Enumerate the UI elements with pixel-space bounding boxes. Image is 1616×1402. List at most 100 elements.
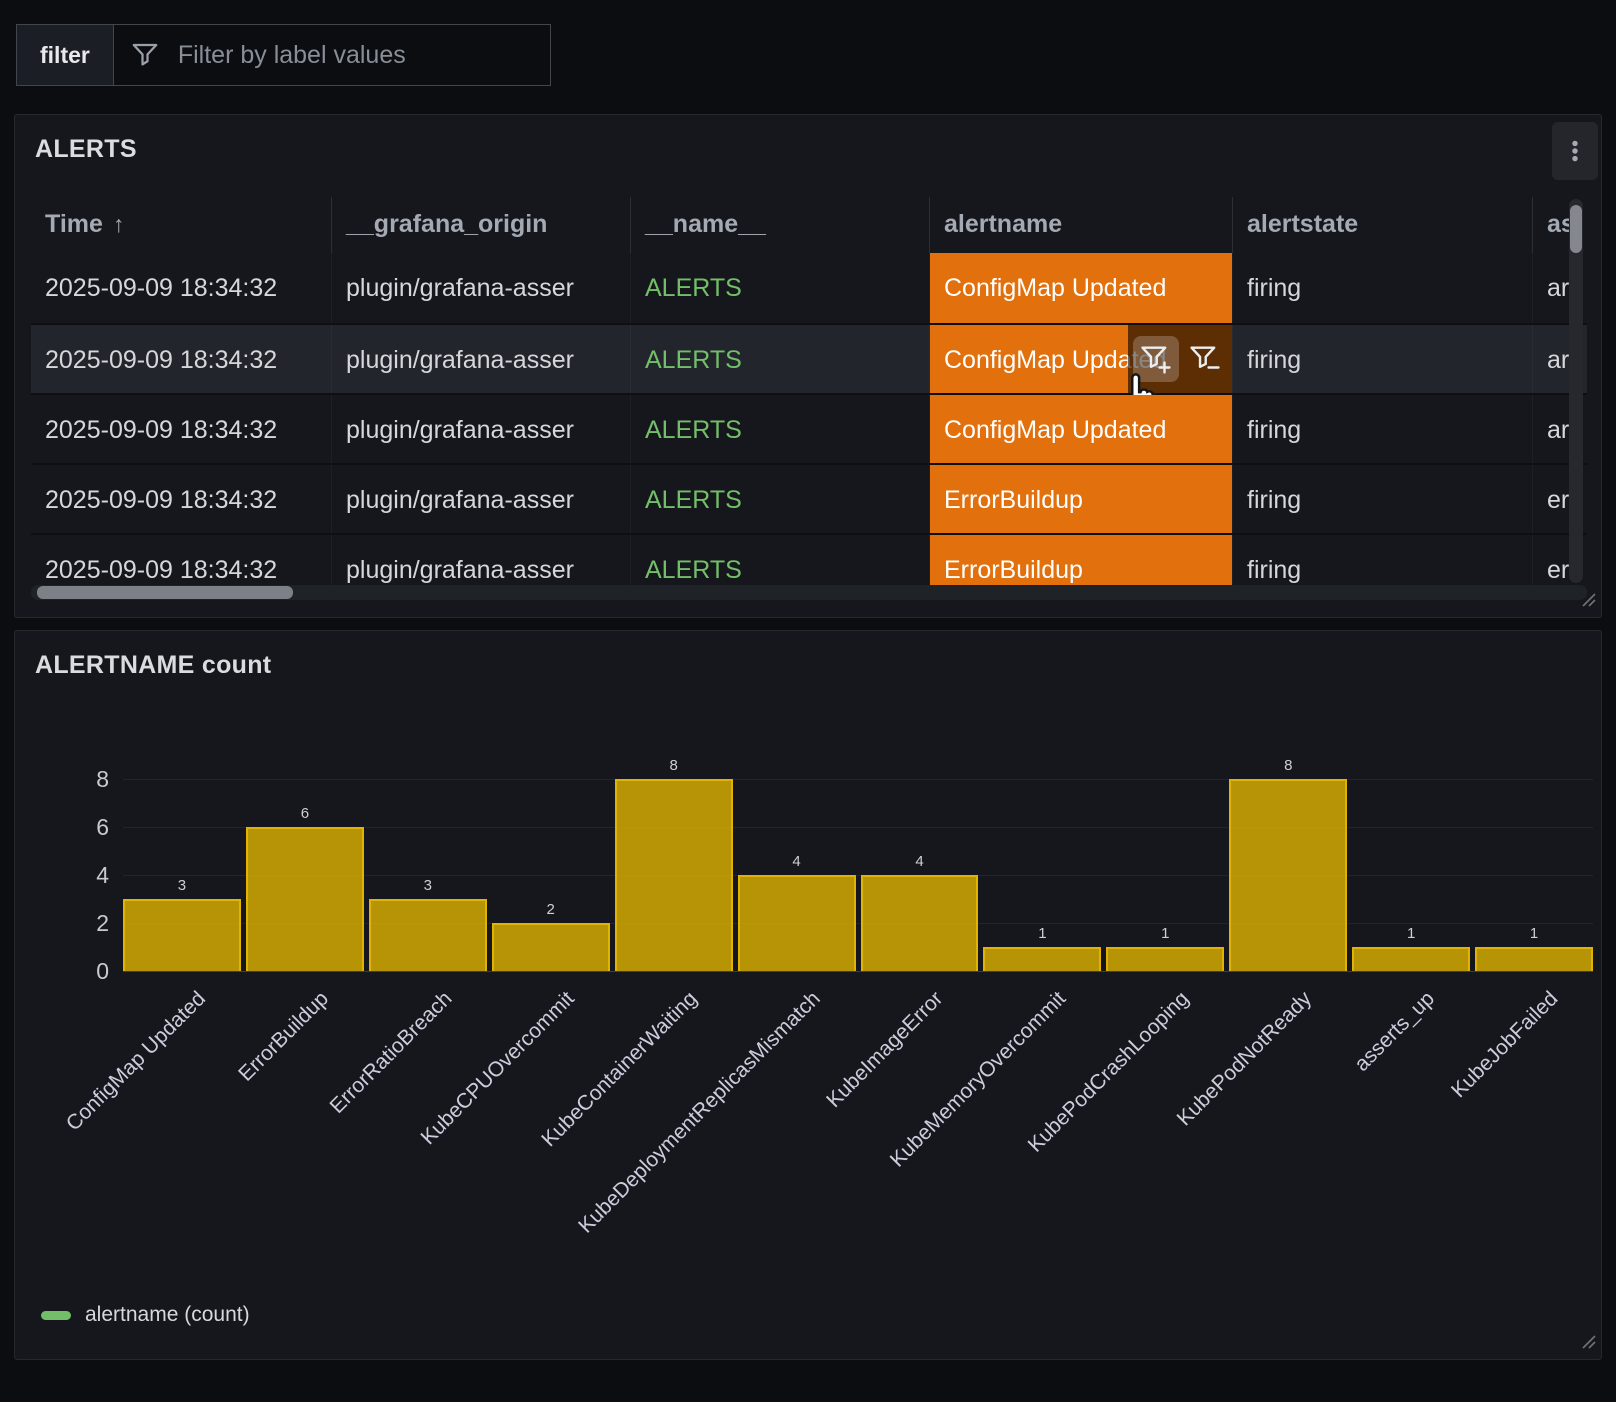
- column-header-time[interactable]: Time↑: [31, 197, 332, 253]
- cell-alertname: ErrorBuildup: [930, 465, 1233, 533]
- cell-alertname: ErrorBuildup: [930, 535, 1233, 589]
- legend-item[interactable]: alertname (count): [41, 1303, 250, 1327]
- cell-grafana-origin: plugin/grafana-asser: [332, 325, 631, 393]
- chart-panel-title: ALERTNAME count: [35, 651, 271, 680]
- table-row: 2025-09-09 18:34:32plugin/grafana-asserA…: [31, 323, 1587, 393]
- table-row: 2025-09-09 18:34:32plugin/grafana-asserA…: [31, 253, 1587, 323]
- filter-out-value-icon[interactable]: [1182, 336, 1228, 382]
- cell-name: ALERTS: [631, 325, 930, 393]
- bar-group: 1: [1475, 925, 1593, 971]
- filter-bar: filter: [16, 24, 551, 86]
- bar-KubePodNotReady[interactable]: [1229, 779, 1347, 971]
- alerts-panel-title: ALERTS: [35, 135, 137, 164]
- x-axis-tick-label: ConfigMap Updated: [62, 987, 211, 1136]
- x-axis-tick-label: KubeJobFailed: [1447, 987, 1563, 1103]
- cell-alertname: ConfigMap Updated: [930, 253, 1233, 323]
- bar-group: 4: [861, 853, 979, 971]
- x-axis-line: [123, 971, 1593, 972]
- legend-label: alertname (count): [85, 1303, 250, 1327]
- table-body: 2025-09-09 18:34:32plugin/grafana-asserA…: [31, 253, 1587, 589]
- vertical-scrollbar[interactable]: [1569, 199, 1583, 583]
- cell-grafana-origin: plugin/grafana-asser: [332, 535, 631, 589]
- cell-alertstate: firing: [1233, 253, 1533, 323]
- bar-group: 4: [738, 853, 856, 971]
- y-axis-tick-label: 2: [51, 910, 109, 937]
- x-axis-tick-label: asserts_up: [1350, 987, 1440, 1077]
- column-header-name[interactable]: __name__: [631, 197, 930, 253]
- cell-alertstate: firing: [1233, 395, 1533, 463]
- vertical-scrollbar-thumb[interactable]: [1570, 205, 1582, 253]
- horizontal-scrollbar[interactable]: [31, 585, 1587, 600]
- bar-group: 2: [492, 901, 610, 971]
- panel-resize-handle[interactable]: [1581, 1334, 1596, 1354]
- bar-value-label: 6: [246, 805, 364, 822]
- bar-KubeDeploymentReplicasMismatch[interactable]: [738, 875, 856, 971]
- bar-value-label: 4: [861, 853, 979, 870]
- bar-KubePodCrashLooping[interactable]: [1106, 947, 1224, 971]
- x-axis-tick-label: KubeDeploymentReplicasMismatch: [574, 987, 825, 1238]
- bar-KubeMemoryOvercommit[interactable]: [983, 947, 1101, 971]
- bar-value-label: 1: [983, 925, 1101, 942]
- cell-time: 2025-09-09 18:34:32: [31, 465, 332, 533]
- x-axis-tick-label: ErrorBuildup: [234, 987, 334, 1087]
- alertname-badge[interactable]: ConfigMap Updated: [930, 395, 1232, 463]
- bar-chart-plot: 363284411811: [123, 743, 1593, 971]
- column-header-grafana-origin[interactable]: __grafana_origin: [332, 197, 631, 253]
- cell-grafana-origin: plugin/grafana-asser: [332, 395, 631, 463]
- bar-KubeContainerWaiting[interactable]: [615, 779, 733, 971]
- table-row: 2025-09-09 18:34:32plugin/grafana-asserA…: [31, 463, 1587, 533]
- bar-value-label: 8: [615, 757, 733, 774]
- bar-KubeJobFailed[interactable]: [1475, 947, 1593, 971]
- cell-name: ALERTS: [631, 535, 930, 589]
- table-row: 2025-09-09 18:34:32plugin/grafana-asserA…: [31, 533, 1587, 589]
- y-axis-tick-label: 8: [51, 766, 109, 793]
- filter-variable-label: filter: [16, 24, 114, 86]
- filter-input[interactable]: [176, 40, 534, 71]
- bar-group: 6: [246, 805, 364, 971]
- bar-group: 1: [1352, 925, 1470, 971]
- bar-value-label: 1: [1352, 925, 1470, 942]
- bar-asserts_up[interactable]: [1352, 947, 1470, 971]
- column-header-alertstate[interactable]: alertstate: [1233, 197, 1533, 253]
- bar-value-label: 1: [1106, 925, 1224, 942]
- panel-menu-button[interactable]: [1552, 122, 1598, 180]
- cell-time: 2025-09-09 18:34:32: [31, 395, 332, 463]
- cell-alertname: ConfigMap Updated: [930, 395, 1233, 463]
- bar-value-label: 3: [123, 877, 241, 894]
- cell-alertname: ConfigMap Updated: [930, 325, 1233, 393]
- alertname-badge[interactable]: ConfigMap Updated: [930, 253, 1232, 323]
- bar-ErrorBuildup[interactable]: [246, 827, 364, 971]
- x-axis-tick-label: ErrorRatioBreach: [325, 987, 457, 1119]
- alertname-count-panel: ALERTNAME count 02468 363284411811 Confi…: [14, 630, 1602, 1360]
- alertname-badge[interactable]: ErrorBuildup: [930, 535, 1232, 589]
- funnel-icon: [130, 40, 160, 70]
- column-header-alertname[interactable]: alertname: [930, 197, 1233, 253]
- x-axis-tick-label: KubeImageError: [823, 987, 949, 1113]
- bar-ConfigMap Updated[interactable]: [123, 899, 241, 971]
- bar-KubeImageError[interactable]: [861, 875, 979, 971]
- cell-time: 2025-09-09 18:34:32: [31, 253, 332, 323]
- cell-filter-actions: [1128, 325, 1232, 393]
- legend-color-swatch: [41, 1311, 71, 1320]
- y-axis-tick-label: 4: [51, 862, 109, 889]
- y-axis-tick-label: 6: [51, 814, 109, 841]
- cell-name: ALERTS: [631, 465, 930, 533]
- alerts-table: Time↑__grafana_origin__name__alertnameal…: [31, 197, 1587, 589]
- cell-alertstate: firing: [1233, 325, 1533, 393]
- horizontal-scrollbar-thumb[interactable]: [37, 586, 293, 599]
- bar-group: 3: [369, 877, 487, 971]
- filter-input-wrap: [113, 24, 551, 86]
- bar-value-label: 8: [1229, 757, 1347, 774]
- cell-name: ALERTS: [631, 253, 930, 323]
- bar-group: 3: [123, 877, 241, 971]
- y-axis-tick-label: 0: [51, 958, 109, 985]
- bar-KubeCPUOvercommit[interactable]: [492, 923, 610, 971]
- x-axis-tick-label: KubePodNotReady: [1173, 987, 1317, 1131]
- alertname-badge[interactable]: ErrorBuildup: [930, 465, 1232, 533]
- bar-group: 1: [1106, 925, 1224, 971]
- filter-for-value-icon[interactable]: [1133, 336, 1179, 382]
- bar-ErrorRatioBreach[interactable]: [369, 899, 487, 971]
- cell-name: ALERTS: [631, 395, 930, 463]
- sort-ascending-icon: ↑: [113, 211, 125, 237]
- kebab-menu-icon: [1562, 138, 1588, 164]
